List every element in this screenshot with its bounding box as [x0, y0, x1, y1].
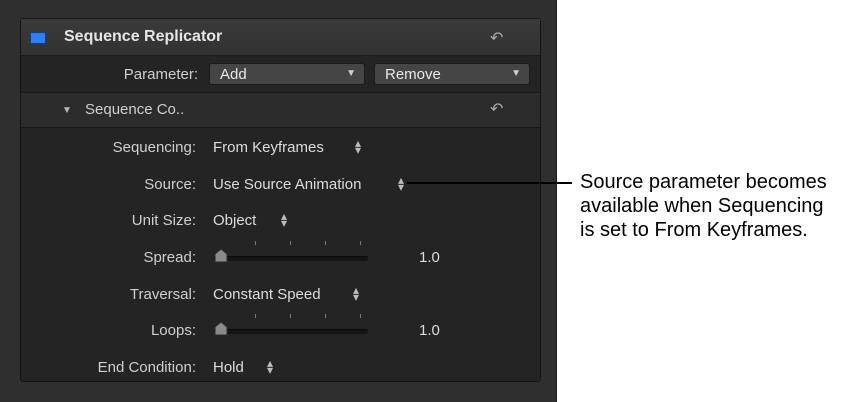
sequence-control-group[interactable]: ▼ Sequence Co.. ↶ — [21, 93, 540, 128]
slider-tick — [290, 314, 291, 318]
group-title: Sequence Co.. — [85, 101, 185, 118]
spread-label: Spread: — [143, 249, 196, 266]
add-parameter-dropdown-label: Add — [220, 66, 247, 83]
panel-title: Sequence Replicator — [64, 28, 223, 45]
slider-tick — [255, 241, 256, 245]
slider-tick — [255, 314, 256, 318]
callout-line — [407, 182, 572, 184]
chevron-down-icon: ▼ — [346, 68, 356, 79]
callout-line-3: is set to From Keyframes. — [580, 219, 808, 241]
chevron-down-icon: ▼ — [511, 68, 521, 79]
sequencing-value[interactable]: From Keyframes — [213, 139, 324, 156]
end-condition-value[interactable]: Hold — [213, 359, 244, 376]
loops-label: Loops: — [150, 322, 196, 339]
spread-value[interactable]: 1.0 — [419, 249, 440, 266]
up-down-stepper-icon[interactable]: ▴ ▾ — [279, 210, 289, 229]
slider-tick — [360, 241, 361, 245]
source-label: Source: — [144, 176, 196, 193]
loops-slider-track[interactable] — [214, 329, 368, 334]
slider-tick — [290, 241, 291, 245]
callout-line-1: Source parameter becomes — [580, 171, 827, 193]
parameter-label: Parameter: — [123, 66, 198, 83]
triangle-down-icon[interactable]: ▼ — [62, 105, 72, 116]
end-condition-label: End Condition: — [97, 359, 196, 376]
loops-value[interactable]: 1.0 — [419, 322, 440, 339]
panel-header: Sequence Replicator ↶ — [21, 19, 540, 56]
unit-size-value[interactable]: Object — [213, 212, 256, 229]
loops-slider-thumb[interactable] — [214, 322, 228, 336]
reset-arrow-icon[interactable]: ↶ — [490, 99, 503, 119]
slider-tick — [325, 241, 326, 245]
callout-annotation: Source parameter becomes available when … — [580, 170, 827, 242]
sequence-replicator-panel: Sequence Replicator ↶ Parameter: Add ▼ R… — [20, 18, 541, 382]
sequencing-label: Sequencing: — [112, 139, 196, 156]
up-down-stepper-icon[interactable]: ▴ ▾ — [351, 284, 361, 303]
remove-parameter-dropdown[interactable]: Remove ▼ — [374, 63, 530, 85]
spread-slider-thumb[interactable] — [214, 249, 228, 263]
callout-line-2: available when Sequencing — [580, 195, 824, 217]
traversal-label: Traversal: — [129, 286, 196, 303]
source-value[interactable]: Use Source Animation — [213, 176, 361, 193]
up-down-stepper-icon[interactable]: ▴ ▾ — [353, 137, 363, 156]
add-parameter-dropdown[interactable]: Add ▼ — [209, 63, 365, 85]
checkbox-checked-icon[interactable] — [30, 32, 46, 44]
spread-slider-track[interactable] — [214, 256, 368, 261]
remove-parameter-dropdown-label: Remove — [385, 66, 441, 83]
slider-tick — [325, 314, 326, 318]
reset-arrow-icon[interactable]: ↶ — [490, 28, 503, 48]
traversal-value[interactable]: Constant Speed — [213, 286, 321, 303]
up-down-stepper-icon[interactable]: ▴ ▾ — [396, 174, 406, 193]
up-down-stepper-icon[interactable]: ▴ ▾ — [265, 357, 275, 376]
inspector-pane: Sequence Replicator ↶ Parameter: Add ▼ R… — [0, 0, 557, 402]
slider-tick — [360, 314, 361, 318]
unit-size-label: Unit Size: — [131, 212, 196, 229]
